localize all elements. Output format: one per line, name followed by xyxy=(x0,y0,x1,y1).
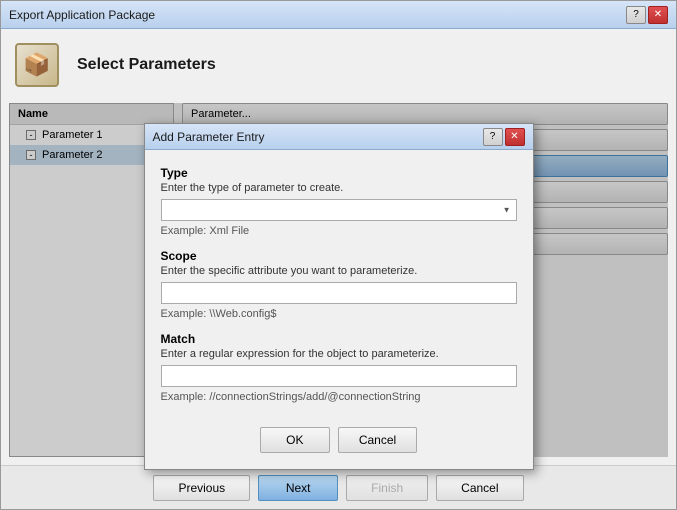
outer-header: Select Parameters xyxy=(9,37,668,93)
type-select[interactable]: Xml File xyxy=(161,199,517,221)
outer-content: Select Parameters Name - Parameter 1 - P… xyxy=(1,29,676,465)
match-description: Enter a regular expression for the objec… xyxy=(161,348,517,360)
scope-label: Scope xyxy=(161,249,517,263)
bottom-navigation: Previous Next Finish Cancel xyxy=(1,465,676,509)
scope-section: Scope Enter the specific attribute you w… xyxy=(161,249,517,320)
type-example: Example: Xml File xyxy=(161,225,517,237)
type-section: Type Enter the type of parameter to crea… xyxy=(161,166,517,237)
modal-dialog: Add Parameter Entry ? ✕ Type Enter the t… xyxy=(144,123,534,470)
modal-buttons: OK Cancel xyxy=(145,419,533,469)
scope-example: Example: \\Web.config$ xyxy=(161,308,517,320)
match-input[interactable] xyxy=(161,365,517,387)
previous-button[interactable]: Previous xyxy=(153,475,250,501)
outer-icon xyxy=(13,41,61,89)
scope-input[interactable] xyxy=(161,282,517,304)
cancel-button[interactable]: Cancel xyxy=(436,475,523,501)
outer-titlebar: Export Application Package ? ✕ xyxy=(1,1,676,29)
outer-window: Export Application Package ? ✕ Select Pa… xyxy=(0,0,677,510)
type-description: Enter the type of parameter to create. xyxy=(161,182,517,194)
match-example: Example: //connectionStrings/add/@connec… xyxy=(161,391,517,403)
outer-close-button[interactable]: ✕ xyxy=(648,6,668,24)
modal-cancel-button[interactable]: Cancel xyxy=(338,427,417,453)
modal-content: Type Enter the type of parameter to crea… xyxy=(145,150,533,419)
finish-button[interactable]: Finish xyxy=(346,475,428,501)
outer-titlebar-controls: ? ✕ xyxy=(626,6,668,24)
outer-window-title: Export Application Package xyxy=(9,8,155,22)
modal-title: Add Parameter Entry xyxy=(153,130,265,144)
match-label: Match xyxy=(161,332,517,346)
type-select-wrapper: Xml File xyxy=(161,199,517,221)
match-section: Match Enter a regular expression for the… xyxy=(161,332,517,403)
outer-help-button[interactable]: ? xyxy=(626,6,646,24)
modal-overlay: Add Parameter Entry ? ✕ Type Enter the t… xyxy=(9,103,668,457)
type-label: Type xyxy=(161,166,517,180)
modal-close-button[interactable]: ✕ xyxy=(505,128,525,146)
next-button[interactable]: Next xyxy=(258,475,338,501)
modal-help-button[interactable]: ? xyxy=(483,128,503,146)
app-icon xyxy=(15,43,59,87)
modal-titlebar: Add Parameter Entry ? ✕ xyxy=(145,124,533,150)
modal-ok-button[interactable]: OK xyxy=(260,427,330,453)
modal-controls: ? ✕ xyxy=(483,128,525,146)
page-title: Select Parameters xyxy=(77,56,216,74)
main-area: Name - Parameter 1 - Parameter 2 Paramet… xyxy=(9,103,668,457)
scope-description: Enter the specific attribute you want to… xyxy=(161,265,517,277)
